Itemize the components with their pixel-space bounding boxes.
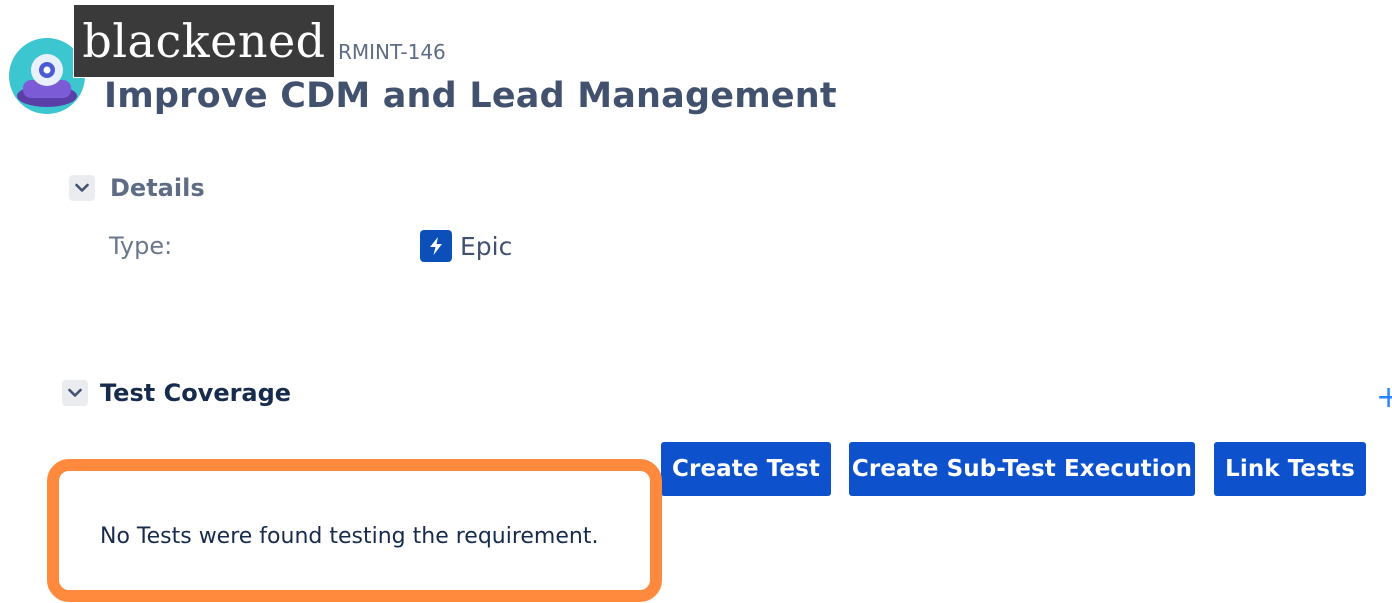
issue-key-link[interactable]: RMINT-146 [338, 40, 446, 64]
test-coverage-section-toggle[interactable]: Test Coverage [62, 379, 291, 407]
redaction-label: blackened [73, 4, 335, 78]
create-test-button[interactable]: Create Test [661, 442, 831, 496]
type-value: Epic [420, 230, 512, 262]
type-label: Type: [109, 232, 173, 260]
details-section-label: Details [110, 174, 205, 202]
create-sub-test-execution-button[interactable]: Create Sub-Test Execution [849, 442, 1195, 496]
no-tests-message: No Tests were found testing the requirem… [100, 524, 599, 549]
details-section-toggle[interactable]: Details [69, 174, 205, 202]
type-value-text: Epic [460, 231, 513, 261]
test-coverage-section-label: Test Coverage [100, 379, 292, 407]
page-title: Improve CDM and Lead Management [104, 76, 837, 116]
no-tests-message-box: No Tests were found testing the requirem… [47, 459, 662, 602]
link-tests-button[interactable]: Link Tests [1214, 442, 1366, 496]
plus-icon[interactable]: + [1376, 383, 1392, 413]
epic-lightning-icon [420, 230, 452, 262]
chevron-down-icon[interactable] [62, 380, 88, 406]
chevron-down-icon[interactable] [69, 175, 95, 201]
